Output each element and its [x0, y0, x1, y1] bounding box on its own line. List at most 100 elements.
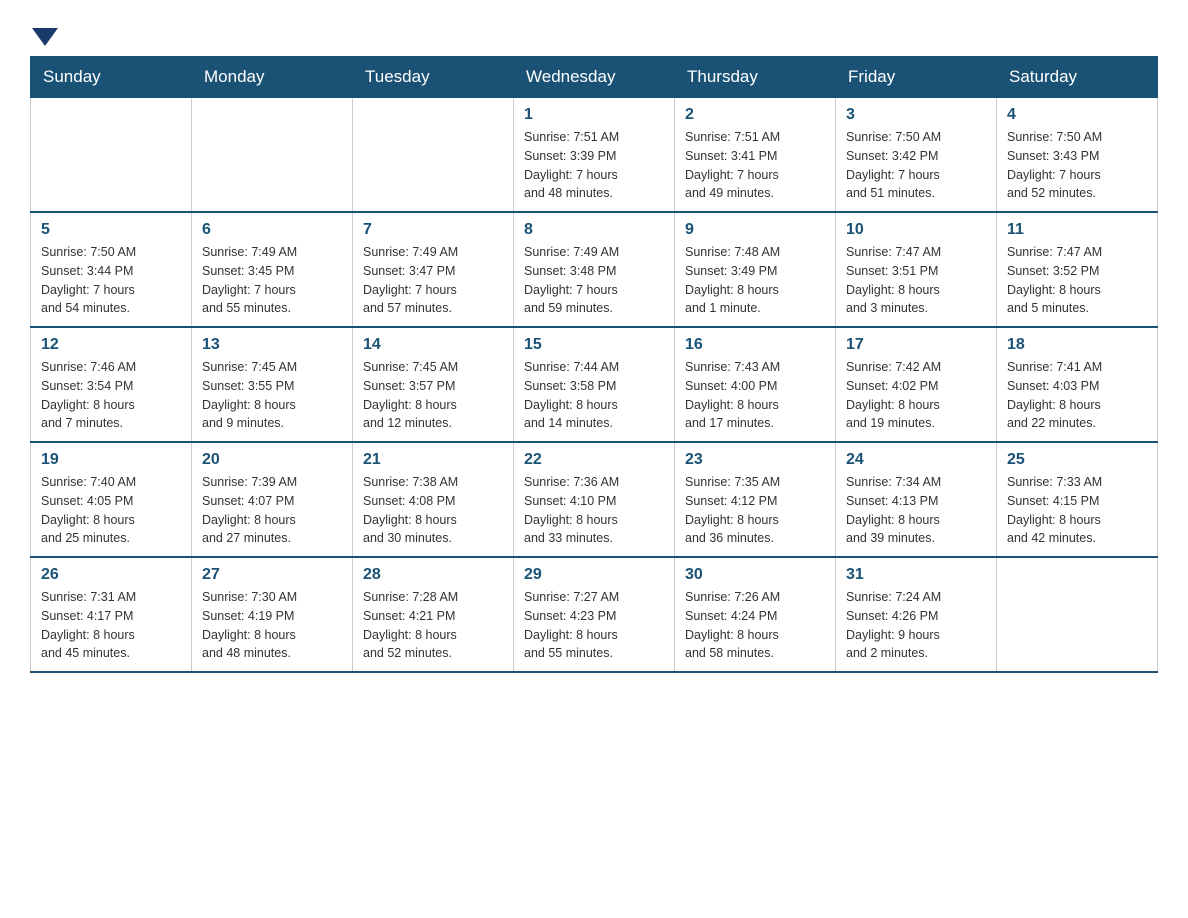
calendar-cell: 4 Sunrise: 7:50 AM Sunset: 3:43 PM Daylig…: [997, 98, 1158, 213]
weekday-header-monday: Monday: [192, 57, 353, 98]
page-header: [30, 20, 1158, 46]
calendar-cell: 15 Sunrise: 7:44 AM Sunset: 3:58 PM Dayli…: [514, 327, 675, 442]
calendar-cell: 3 Sunrise: 7:50 AM Sunset: 3:42 PM Daylig…: [836, 98, 997, 213]
calendar-cell: 17Sunrise: 7:42 AM Sunset: 4:02 PM Dayli…: [836, 327, 997, 442]
day-info: Sunrise: 7:40 AM Sunset: 4:05 PM Dayligh…: [41, 473, 181, 548]
calendar-cell: 31 Sunrise: 7:24 AM Sunset: 4:26 PM Dayli…: [836, 557, 997, 672]
day-number: 11: [1007, 221, 1147, 239]
day-info: Sunrise: 7:49 AM Sunset: 3:47 PM Dayligh…: [363, 243, 503, 318]
day-number: 14: [363, 336, 503, 354]
day-number: 28: [363, 566, 503, 584]
day-info: Sunrise: 7:41 AM Sunset: 4:03 PM Dayligh…: [1007, 358, 1147, 433]
calendar-cell: 1 Sunrise: 7:51 AM Sunset: 3:39 PM Daylig…: [514, 98, 675, 213]
calendar-cell: 30 Sunrise: 7:26 AM Sunset: 4:24 PM Dayli…: [675, 557, 836, 672]
calendar-cell: 12Sunrise: 7:46 AM Sunset: 3:54 PM Dayli…: [31, 327, 192, 442]
day-info: Sunrise: 7:45 AM Sunset: 3:55 PM Dayligh…: [202, 358, 342, 433]
day-info: Sunrise: 7:44 AM Sunset: 3:58 PM Dayligh…: [524, 358, 664, 433]
day-info: Sunrise: 7:34 AM Sunset: 4:13 PM Dayligh…: [846, 473, 986, 548]
day-number: 6: [202, 221, 342, 239]
week-row-4: 19 Sunrise: 7:40 AM Sunset: 4:05 PM Dayli…: [31, 442, 1158, 557]
weekday-header-wednesday: Wednesday: [514, 57, 675, 98]
day-number: 15: [524, 336, 664, 354]
day-number: 19: [41, 451, 181, 469]
calendar-cell: 23 Sunrise: 7:35 AM Sunset: 4:12 PM Dayli…: [675, 442, 836, 557]
day-number: 4: [1007, 106, 1147, 124]
day-number: 23: [685, 451, 825, 469]
calendar-cell: 5 Sunrise: 7:50 AM Sunset: 3:44 PM Daylig…: [31, 212, 192, 327]
day-info: Sunrise: 7:39 AM Sunset: 4:07 PM Dayligh…: [202, 473, 342, 548]
day-number: 1: [524, 106, 664, 124]
day-info: Sunrise: 7:49 AM Sunset: 3:48 PM Dayligh…: [524, 243, 664, 318]
weekday-header-sunday: Sunday: [31, 57, 192, 98]
calendar-cell: 8 Sunrise: 7:49 AM Sunset: 3:48 PM Daylig…: [514, 212, 675, 327]
day-info: Sunrise: 7:35 AM Sunset: 4:12 PM Dayligh…: [685, 473, 825, 548]
calendar-cell: [997, 557, 1158, 672]
weekday-header-saturday: Saturday: [997, 57, 1158, 98]
day-info: Sunrise: 7:47 AM Sunset: 3:51 PM Dayligh…: [846, 243, 986, 318]
day-info: Sunrise: 7:36 AM Sunset: 4:10 PM Dayligh…: [524, 473, 664, 548]
day-number: 30: [685, 566, 825, 584]
week-row-2: 5 Sunrise: 7:50 AM Sunset: 3:44 PM Daylig…: [31, 212, 1158, 327]
day-info: Sunrise: 7:50 AM Sunset: 3:44 PM Dayligh…: [41, 243, 181, 318]
calendar-cell: 10 Sunrise: 7:47 AM Sunset: 3:51 PM Dayli…: [836, 212, 997, 327]
day-info: Sunrise: 7:50 AM Sunset: 3:43 PM Dayligh…: [1007, 128, 1147, 203]
day-number: 20: [202, 451, 342, 469]
day-info: Sunrise: 7:47 AM Sunset: 3:52 PM Dayligh…: [1007, 243, 1147, 318]
logo: [30, 20, 60, 46]
calendar-cell: 19 Sunrise: 7:40 AM Sunset: 4:05 PM Dayli…: [31, 442, 192, 557]
day-info: Sunrise: 7:26 AM Sunset: 4:24 PM Dayligh…: [685, 588, 825, 663]
day-number: 22: [524, 451, 664, 469]
calendar-cell: 13 Sunrise: 7:45 AM Sunset: 3:55 PM Dayli…: [192, 327, 353, 442]
calendar-cell: 18Sunrise: 7:41 AM Sunset: 4:03 PM Dayli…: [997, 327, 1158, 442]
calendar-cell: 6Sunrise: 7:49 AM Sunset: 3:45 PM Daylig…: [192, 212, 353, 327]
calendar-cell: 2 Sunrise: 7:51 AM Sunset: 3:41 PM Daylig…: [675, 98, 836, 213]
logo-triangle-icon: [32, 28, 58, 46]
day-number: 7: [363, 221, 503, 239]
calendar-cell: 22 Sunrise: 7:36 AM Sunset: 4:10 PM Dayli…: [514, 442, 675, 557]
day-number: 10: [846, 221, 986, 239]
calendar-header: SundayMondayTuesdayWednesdayThursdayFrid…: [31, 57, 1158, 98]
week-row-5: 26Sunrise: 7:31 AM Sunset: 4:17 PM Dayli…: [31, 557, 1158, 672]
day-number: 29: [524, 566, 664, 584]
day-number: 13: [202, 336, 342, 354]
calendar-cell: [353, 98, 514, 213]
day-info: Sunrise: 7:28 AM Sunset: 4:21 PM Dayligh…: [363, 588, 503, 663]
calendar-cell: 20 Sunrise: 7:39 AM Sunset: 4:07 PM Dayli…: [192, 442, 353, 557]
day-number: 17: [846, 336, 986, 354]
day-number: 31: [846, 566, 986, 584]
day-number: 3: [846, 106, 986, 124]
day-number: 2: [685, 106, 825, 124]
calendar-cell: 9Sunrise: 7:48 AM Sunset: 3:49 PM Daylig…: [675, 212, 836, 327]
weekday-header-tuesday: Tuesday: [353, 57, 514, 98]
day-number: 21: [363, 451, 503, 469]
day-number: 24: [846, 451, 986, 469]
day-info: Sunrise: 7:24 AM Sunset: 4:26 PM Dayligh…: [846, 588, 986, 663]
day-info: Sunrise: 7:33 AM Sunset: 4:15 PM Dayligh…: [1007, 473, 1147, 548]
day-info: Sunrise: 7:51 AM Sunset: 3:39 PM Dayligh…: [524, 128, 664, 203]
day-info: Sunrise: 7:38 AM Sunset: 4:08 PM Dayligh…: [363, 473, 503, 548]
day-info: Sunrise: 7:50 AM Sunset: 3:42 PM Dayligh…: [846, 128, 986, 203]
calendar-body: 1 Sunrise: 7:51 AM Sunset: 3:39 PM Daylig…: [31, 98, 1158, 673]
calendar-cell: 27Sunrise: 7:30 AM Sunset: 4:19 PM Dayli…: [192, 557, 353, 672]
day-number: 5: [41, 221, 181, 239]
weekday-header-row: SundayMondayTuesdayWednesdayThursdayFrid…: [31, 57, 1158, 98]
day-number: 8: [524, 221, 664, 239]
day-number: 25: [1007, 451, 1147, 469]
calendar-cell: 26Sunrise: 7:31 AM Sunset: 4:17 PM Dayli…: [31, 557, 192, 672]
calendar-cell: 7 Sunrise: 7:49 AM Sunset: 3:47 PM Daylig…: [353, 212, 514, 327]
calendar-cell: 29 Sunrise: 7:27 AM Sunset: 4:23 PM Dayli…: [514, 557, 675, 672]
calendar-cell: 16Sunrise: 7:43 AM Sunset: 4:00 PM Dayli…: [675, 327, 836, 442]
day-number: 16: [685, 336, 825, 354]
day-info: Sunrise: 7:51 AM Sunset: 3:41 PM Dayligh…: [685, 128, 825, 203]
week-row-3: 12Sunrise: 7:46 AM Sunset: 3:54 PM Dayli…: [31, 327, 1158, 442]
calendar-cell: 14 Sunrise: 7:45 AM Sunset: 3:57 PM Dayli…: [353, 327, 514, 442]
day-number: 27: [202, 566, 342, 584]
calendar-cell: 25 Sunrise: 7:33 AM Sunset: 4:15 PM Dayli…: [997, 442, 1158, 557]
day-info: Sunrise: 7:48 AM Sunset: 3:49 PM Dayligh…: [685, 243, 825, 318]
day-info: Sunrise: 7:45 AM Sunset: 3:57 PM Dayligh…: [363, 358, 503, 433]
calendar-cell: 21 Sunrise: 7:38 AM Sunset: 4:08 PM Dayli…: [353, 442, 514, 557]
day-number: 26: [41, 566, 181, 584]
weekday-header-friday: Friday: [836, 57, 997, 98]
calendar-cell: 11 Sunrise: 7:47 AM Sunset: 3:52 PM Dayli…: [997, 212, 1158, 327]
day-info: Sunrise: 7:27 AM Sunset: 4:23 PM Dayligh…: [524, 588, 664, 663]
